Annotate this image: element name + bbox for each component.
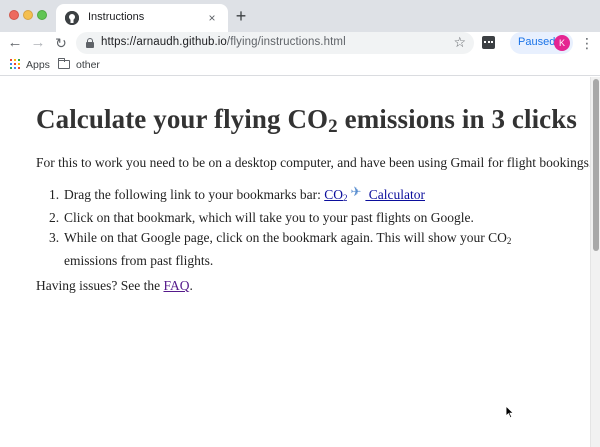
step-number: 2. [49,210,60,225]
url-path: /flying/instructions.html [226,36,346,48]
bookmark-other-label: other [76,59,100,71]
url-host: https://arnaudh.github.io [101,36,227,48]
list-item: 2. Click on that bookmark, which will ta… [36,208,556,228]
intro-text: For this to work you need to be on a des… [36,155,593,170]
list-item: 1. Drag the following link to your bookm… [36,184,556,208]
page-content: Calculate your flying CO2 emissions in 3… [0,77,593,447]
bookmark-apps-label: Apps [26,59,50,71]
minimize-window-button[interactable] [23,10,33,20]
url-text[interactable]: https://arnaudh.github.io/flying/instruc… [101,36,346,48]
page-title: Calculate your flying CO2 emissions in 3… [36,104,577,137]
bookmarks-bar: Apps other [0,54,600,76]
faq-link[interactable]: FAQ [163,278,189,293]
scrollbar-thumb[interactable] [593,79,599,251]
apps-grid-icon [10,59,20,69]
close-tab-icon[interactable]: × [204,10,220,26]
tab-title: Instructions [88,11,145,23]
profile-paused-button[interactable]: Paused K [510,32,573,54]
tab-instructions[interactable]: Instructions × [56,4,228,32]
address-bar[interactable]: https://arnaudh.github.io/flying/instruc… [76,32,474,54]
reload-button[interactable]: ↻ [51,33,71,53]
extension-icon[interactable] [482,36,495,49]
toolbar: ← → ↻ https://arnaudh.github.io/flying/i… [0,32,600,54]
tab-strip: Instructions × + [0,0,600,32]
fullscreen-window-button[interactable] [37,10,47,20]
page-scrollbar[interactable] [590,77,600,447]
step-text: While on that Google page, click on the … [64,230,512,268]
back-button[interactable]: ← [5,33,25,53]
folder-icon [58,58,70,69]
steps-list: 1. Drag the following link to your bookm… [36,184,556,271]
step-number: 3. [49,230,60,245]
issues-text: Having issues? See the FAQ. [36,278,193,293]
close-window-button[interactable] [9,10,19,20]
list-item: 3. While on that Google page, click on t… [36,228,556,271]
new-tab-button[interactable]: + [231,6,251,26]
mouse-cursor-icon [505,405,515,419]
github-icon [65,11,79,25]
avatar: K [554,35,570,51]
co2-calculator-bookmarklet-link[interactable]: CO2 ✈ Calculator [324,184,425,203]
step-number: 1. [49,187,60,202]
browser-menu-icon[interactable]: ⋮ [580,34,594,52]
star-icon[interactable]: ☆ [453,34,466,51]
lock-icon[interactable] [86,38,94,48]
bookmark-folder-other[interactable]: other [58,57,100,73]
paused-label: Paused [518,36,556,48]
step-text: Click on that bookmark, which will take … [64,210,474,225]
step-text: Drag the following link to your bookmark… [64,187,325,202]
bookmark-apps[interactable]: Apps [10,57,50,73]
airplane-icon: ✈ [350,184,362,199]
forward-button[interactable]: → [28,33,48,53]
